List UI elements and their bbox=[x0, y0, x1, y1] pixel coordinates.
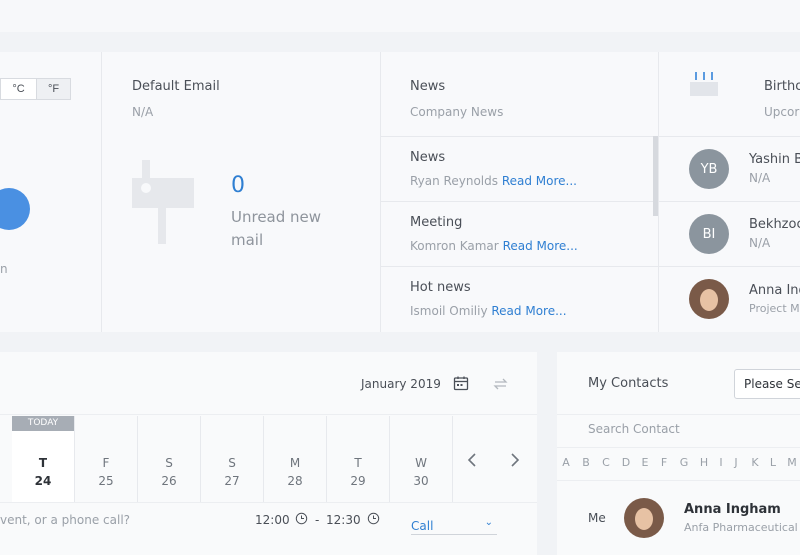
read-more-link[interactable]: Read More... bbox=[491, 304, 566, 318]
calendar-icon[interactable] bbox=[453, 375, 469, 391]
event-type-value: Call bbox=[411, 519, 434, 533]
celsius-button[interactable]: °C bbox=[0, 78, 37, 100]
birthday-title: Birtho bbox=[764, 79, 800, 94]
read-more-link[interactable]: Read More... bbox=[503, 239, 578, 253]
avatar: YB bbox=[689, 149, 729, 189]
letter-filter[interactable]: D bbox=[617, 456, 635, 469]
day-number: 25 bbox=[98, 474, 114, 488]
time-separator: - bbox=[315, 513, 320, 527]
news-item-title: Meeting bbox=[410, 215, 463, 230]
clock-icon[interactable] bbox=[367, 510, 380, 525]
letter-filter[interactable]: B bbox=[577, 456, 595, 469]
top-bar bbox=[0, 0, 800, 32]
calendar-day-today[interactable]: TODAY T 24 bbox=[12, 416, 74, 502]
letter-filter[interactable]: J bbox=[727, 456, 745, 469]
contacts-title: My Contacts bbox=[588, 376, 669, 391]
clock-icon[interactable] bbox=[295, 510, 308, 525]
birthday-person-detail: N/A bbox=[749, 236, 771, 250]
calendar-day[interactable]: T 29 bbox=[327, 416, 389, 502]
news-item-author: Ryan Reynolds bbox=[410, 174, 498, 188]
calendar-day[interactable]: S 27 bbox=[201, 416, 263, 502]
calendar-day[interactable]: W 30 bbox=[390, 416, 452, 502]
chevron-left-icon[interactable] bbox=[466, 452, 478, 468]
calendar-day[interactable]: M 28 bbox=[264, 416, 326, 502]
birthday-person-detail: Project M bbox=[749, 302, 800, 315]
day-name: F bbox=[102, 456, 110, 470]
news-scrollbar[interactable] bbox=[653, 136, 658, 216]
email-address: N/A bbox=[132, 105, 154, 119]
read-more-link[interactable]: Read More... bbox=[502, 174, 577, 188]
letter-filter[interactable]: H bbox=[695, 456, 713, 469]
chevron-right-icon[interactable] bbox=[509, 452, 521, 468]
letter-filter[interactable]: M bbox=[784, 456, 800, 469]
news-subtitle: Company News bbox=[410, 105, 504, 119]
unread-count[interactable]: 0 bbox=[231, 173, 245, 198]
time-to[interactable]: 12:30 bbox=[326, 513, 361, 527]
contacts-filter-value: Please Se bbox=[744, 377, 800, 391]
news-item-meta: Ryan Reynolds Read More... bbox=[410, 174, 577, 188]
letter-filter[interactable]: A bbox=[557, 456, 575, 469]
email-title: Default Email bbox=[132, 79, 220, 94]
calendar-month: January 2019 bbox=[361, 377, 441, 391]
time-from[interactable]: 12:00 bbox=[255, 513, 290, 527]
chevron-down-icon: ⌄ bbox=[484, 517, 493, 528]
day-number: 29 bbox=[350, 474, 366, 488]
calendar-day[interactable]: S 26 bbox=[138, 416, 200, 502]
letter-filter[interactable]: G bbox=[675, 456, 693, 469]
mailbox-icon bbox=[130, 158, 196, 246]
birthday-subtitle: Upcor bbox=[764, 105, 800, 119]
birthday-person-name[interactable]: Anna Ing bbox=[749, 283, 800, 298]
news-item-meta: Ismoil Omiliy Read More... bbox=[410, 304, 567, 318]
day-name: W bbox=[415, 456, 427, 470]
unread-label-line2: mail bbox=[231, 231, 264, 249]
news-item-author: Komron Kamar bbox=[410, 239, 499, 253]
contact-company: Anfa Pharmaceutical bbox=[684, 521, 798, 534]
fahrenheit-button[interactable]: °F bbox=[36, 78, 71, 100]
event-type-select[interactable]: Call ⌄ bbox=[411, 515, 497, 535]
contact-search-input[interactable]: Search Contact bbox=[588, 422, 680, 436]
avatar bbox=[624, 498, 664, 538]
day-name: T bbox=[354, 456, 362, 470]
news-list bbox=[381, 136, 658, 332]
today-badge: TODAY bbox=[12, 416, 74, 431]
day-number: 28 bbox=[287, 474, 303, 488]
birthday-person-name[interactable]: Bekhzoc bbox=[749, 217, 800, 232]
me-label: Me bbox=[588, 511, 606, 525]
refresh-icon[interactable] bbox=[492, 376, 509, 392]
calendar-day[interactable]: F 25 bbox=[75, 416, 137, 502]
day-name: S bbox=[228, 456, 236, 470]
day-name: S bbox=[165, 456, 173, 470]
news-item-meta: Komron Kamar Read More... bbox=[410, 239, 578, 253]
letter-filter[interactable]: K bbox=[746, 456, 764, 469]
event-input[interactable]: vent, or a phone call? bbox=[0, 513, 130, 527]
avatar: BI bbox=[689, 214, 729, 254]
letter-filter[interactable]: F bbox=[655, 456, 673, 469]
day-name: M bbox=[289, 456, 301, 470]
news-title: News bbox=[410, 79, 446, 94]
contact-name[interactable]: Anna Ingham bbox=[684, 502, 781, 517]
day-number: 24 bbox=[34, 474, 52, 488]
day-number: 27 bbox=[224, 474, 240, 488]
letter-filter[interactable]: E bbox=[636, 456, 654, 469]
birthday-person-name[interactable]: Yashin B bbox=[749, 152, 800, 167]
day-name: T bbox=[38, 456, 48, 470]
news-item-author: Ismoil Omiliy bbox=[410, 304, 488, 318]
letter-filter[interactable]: C bbox=[597, 456, 615, 469]
letter-filter[interactable]: L bbox=[764, 456, 782, 469]
birthday-person-detail: N/A bbox=[749, 171, 771, 185]
cake-icon bbox=[688, 70, 720, 98]
avatar bbox=[689, 279, 729, 319]
day-number: 26 bbox=[161, 474, 177, 488]
weather-location: n bbox=[0, 262, 8, 276]
day-number: 30 bbox=[413, 474, 429, 488]
contacts-filter-select[interactable]: Please Se bbox=[734, 369, 800, 399]
news-item-title: News bbox=[410, 150, 446, 165]
unread-label-line1: Unread new bbox=[231, 208, 322, 226]
news-item-title: Hot news bbox=[410, 280, 471, 295]
